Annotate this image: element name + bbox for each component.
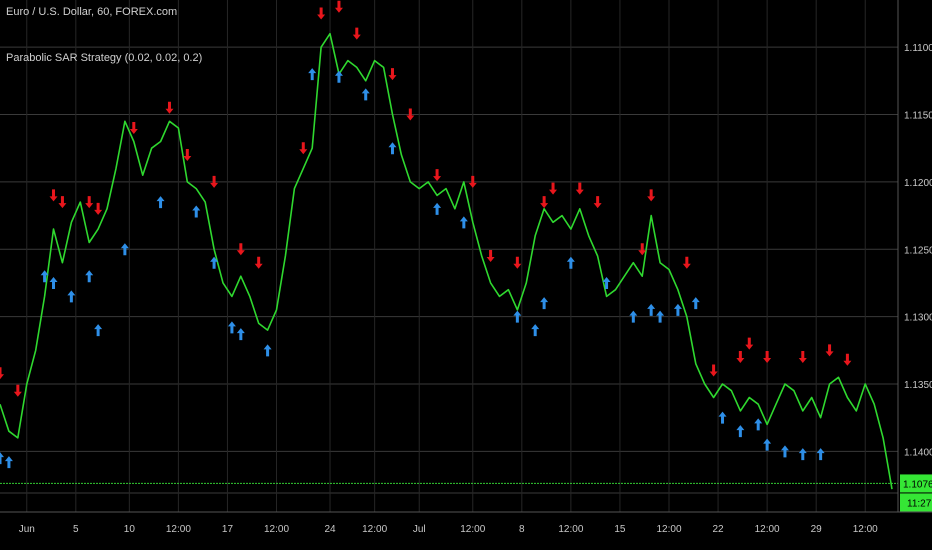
price-tick-label: 1.13500	[904, 380, 932, 391]
symbol-title[interactable]: Euro / U.S. Dollar, 60, FOREX.com	[6, 6, 177, 18]
time-tick-label: Jun	[19, 524, 35, 535]
time-tick-label: 12:00	[460, 524, 485, 535]
time-tick-label: 12:00	[755, 524, 780, 535]
time-tick-label: 29	[811, 524, 823, 535]
time-tick-label: 22	[712, 524, 724, 535]
time-tick-label: 24	[324, 524, 336, 535]
time-tick-label: 10	[124, 524, 136, 535]
price-tick-label: 1.12000	[904, 178, 932, 189]
price-tick-label: 1.11500	[904, 111, 932, 122]
time-tick-label: 12:00	[656, 524, 681, 535]
price-tick-label: 1.14000	[904, 447, 932, 458]
time-tick-label: 12:00	[362, 524, 387, 535]
price-chart[interactable]: 1.14000 1.13500 1.13000 1.12500 1.12000 1.115…	[0, 0, 932, 550]
time-tick-label: 12:00	[853, 524, 878, 535]
chart-background	[0, 0, 932, 550]
time-tick-label: 8	[519, 524, 525, 535]
time-tick-label: 5	[73, 524, 79, 535]
price-tick-label: 1.13000	[904, 313, 932, 324]
time-tick-label: Jul	[413, 524, 426, 535]
countdown-value: 11:27	[907, 498, 932, 509]
time-tick-label: 17	[222, 524, 234, 535]
time-tick-label: 12:00	[166, 524, 191, 535]
strategy-title[interactable]: Parabolic SAR Strategy (0.02, 0.02, 0.2)	[6, 52, 202, 64]
last-price-value: 1.10762	[903, 479, 932, 490]
price-tick-label: 1.11000	[904, 43, 932, 54]
time-tick-label: 12:00	[558, 524, 583, 535]
price-tick-label: 1.12500	[904, 245, 932, 256]
time-tick-label: 12:00	[264, 524, 289, 535]
time-tick-label: 15	[614, 524, 626, 535]
